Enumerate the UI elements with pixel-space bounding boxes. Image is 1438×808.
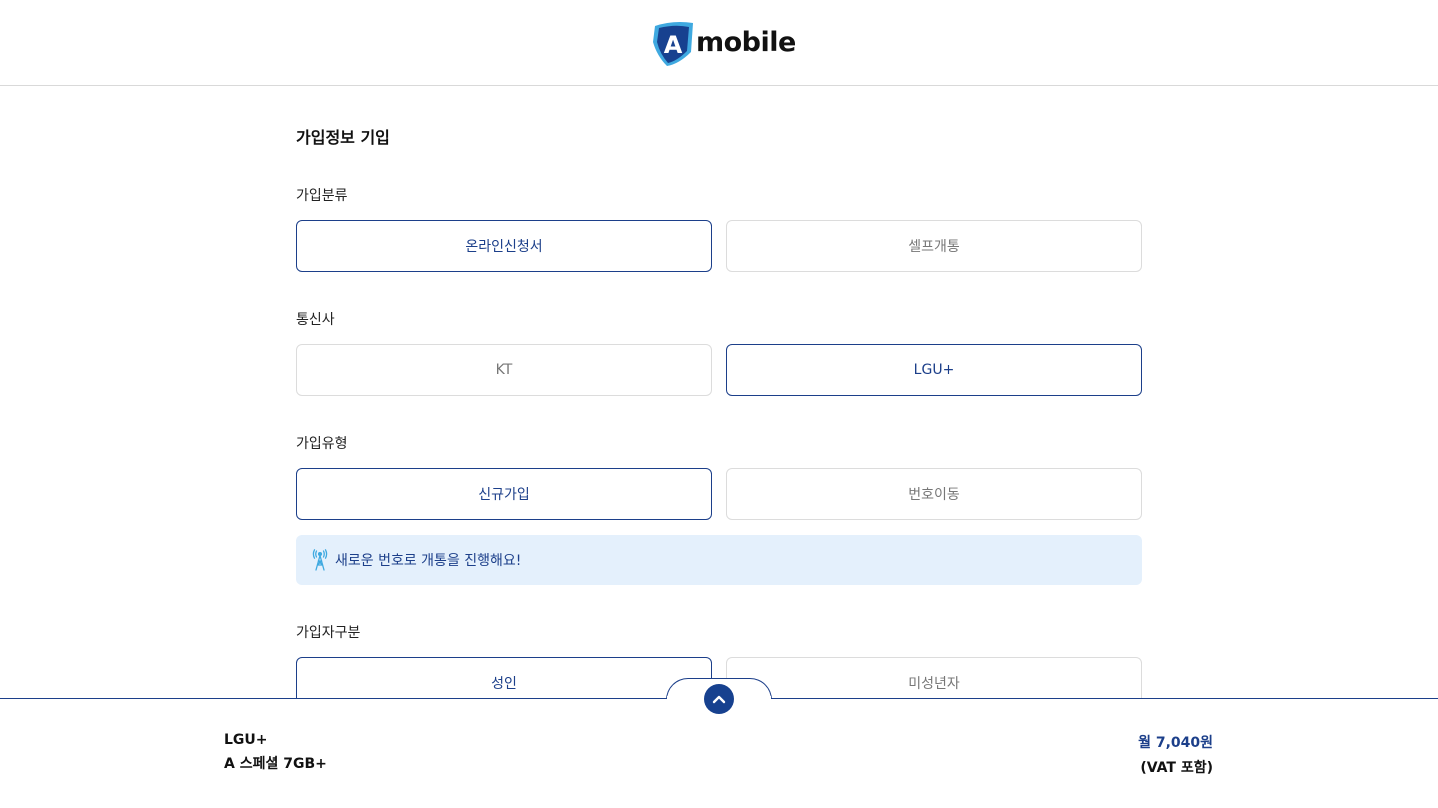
notice-text: 새로운 번호로 개통을 진행해요! <box>335 553 522 569</box>
page-title: 가입정보 기입 <box>296 128 390 147</box>
summary-plan-name: A 스페셜 7GB+ <box>224 756 327 772</box>
option-new-signup[interactable]: 신규가입 <box>296 468 712 520</box>
new-number-notice: 새로운 번호로 개통을 진행해요! <box>296 535 1142 585</box>
amobile-logo[interactable]: A mobile <box>651 18 796 68</box>
chevron-up-icon <box>712 695 726 704</box>
option-online-application[interactable]: 온라인신청서 <box>296 220 712 272</box>
expand-summary-button[interactable] <box>704 684 734 714</box>
option-self-activation[interactable]: 셀프개통 <box>726 220 1142 272</box>
antenna-tower-icon <box>312 549 328 571</box>
site-header: A mobile <box>0 0 1438 86</box>
summary-vat-note: (VAT 포함) <box>1140 760 1213 776</box>
option-carrier-lgu[interactable]: LGU+ <box>726 344 1142 396</box>
summary-price: 월 7,040원 <box>1138 735 1213 751</box>
logo-text: mobile <box>696 26 796 58</box>
option-number-port[interactable]: 번호이동 <box>726 468 1142 520</box>
logo-mark-icon: A <box>651 18 695 68</box>
signup-type-label: 가입유형 <box>296 436 348 452</box>
svg-text:A: A <box>664 31 683 59</box>
signup-category-label: 가입분류 <box>296 188 348 204</box>
subscriber-type-label: 가입자구분 <box>296 625 361 641</box>
summary-carrier: LGU+ <box>224 732 268 748</box>
plan-summary-bar: LGU+ A 스페셜 7GB+ 월 7,040원 (VAT 포함) <box>0 698 1438 808</box>
option-carrier-kt[interactable]: KT <box>296 344 712 396</box>
carrier-label: 통신사 <box>296 312 335 328</box>
